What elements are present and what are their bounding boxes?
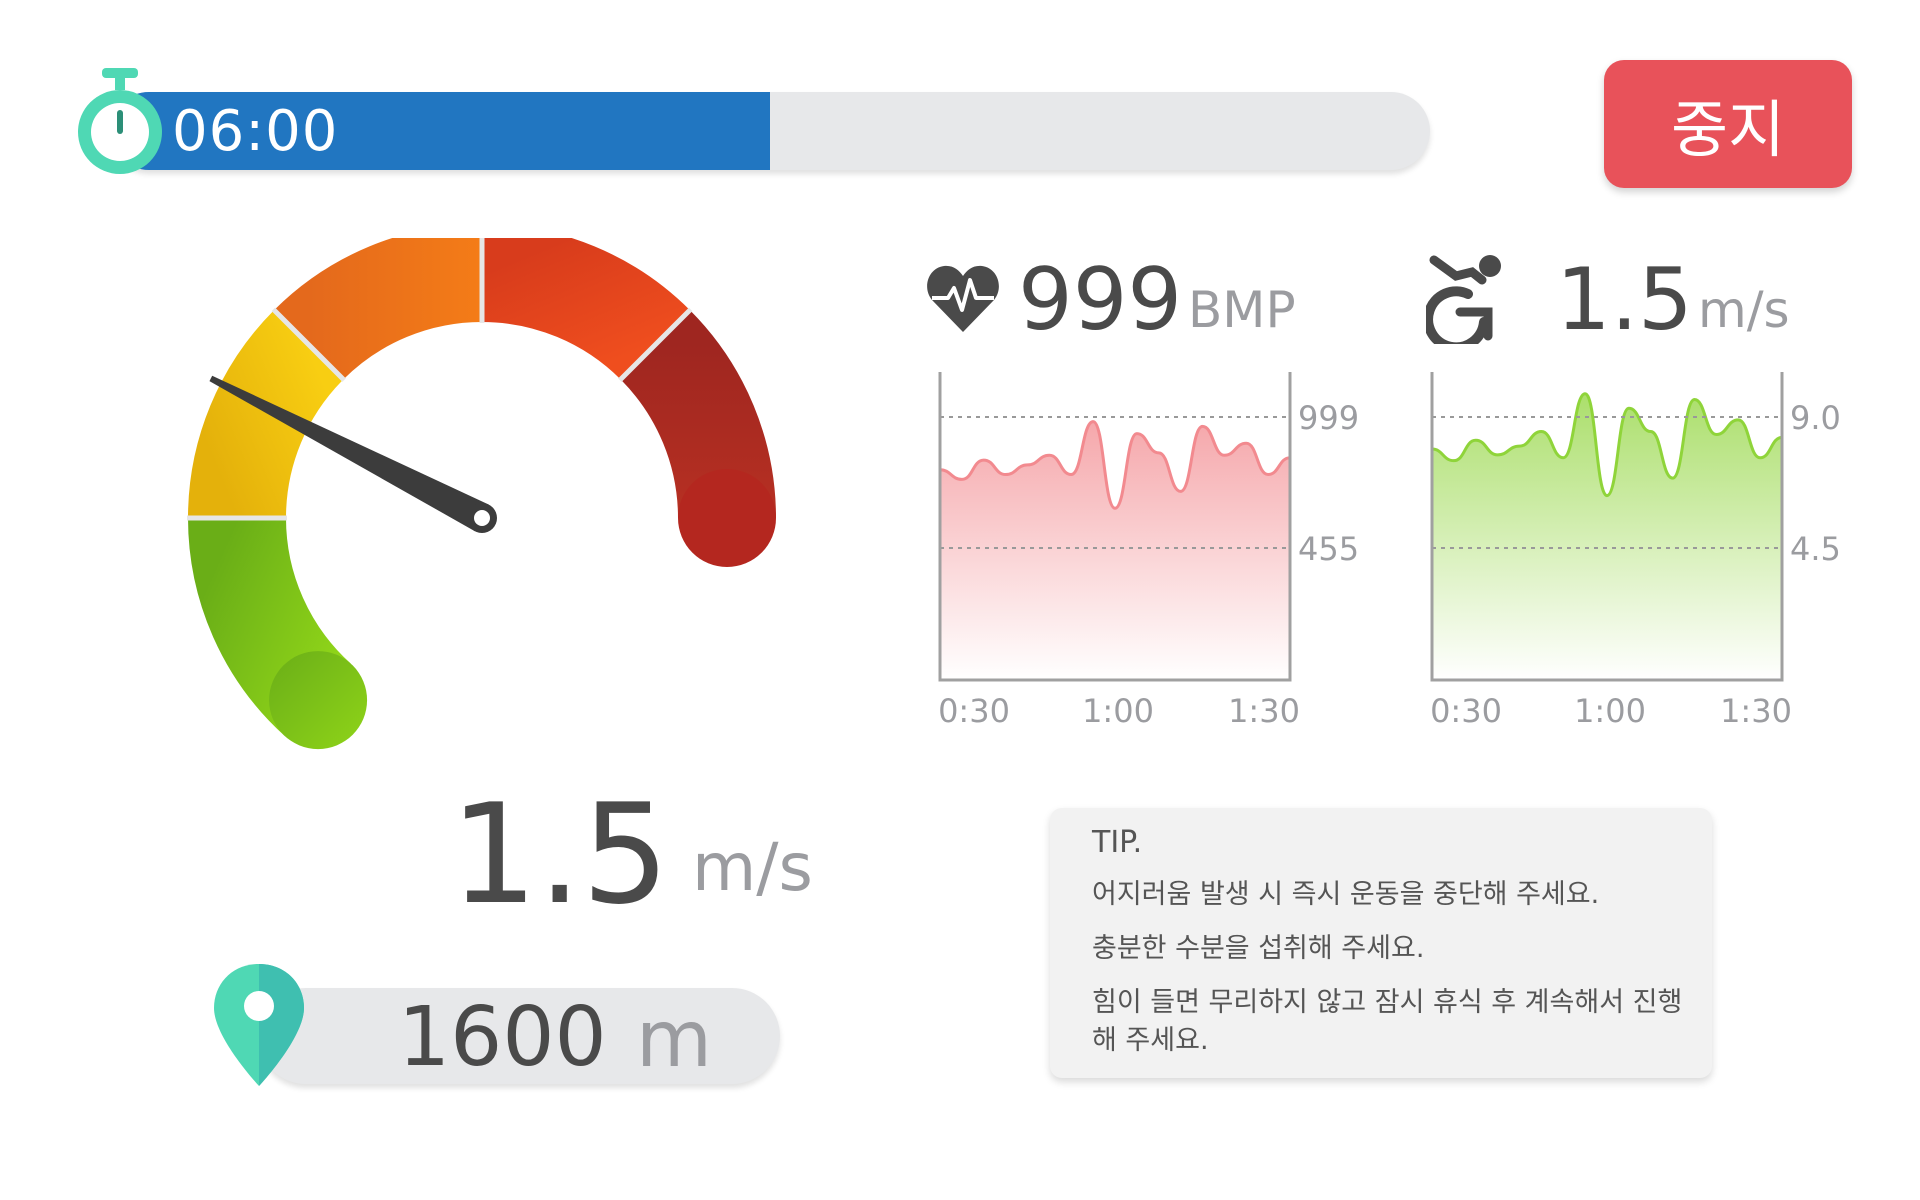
chart-area xyxy=(940,421,1290,680)
distance-unit: m xyxy=(636,995,712,1085)
speed-unit: m/s xyxy=(692,829,813,906)
chart-y-tick-label: 455 xyxy=(1298,530,1359,568)
heart-pulse-icon xyxy=(927,265,999,332)
wheelchair-icon xyxy=(1426,255,1501,344)
chart-y-tick-label: 999 xyxy=(1298,399,1359,437)
stopwatch-icon xyxy=(78,68,162,174)
chart-x-tick-label: 1:00 xyxy=(1574,692,1646,730)
speed-stat-value: 1.5 xyxy=(1556,250,1693,350)
tip-line: 어지러움 발생 시 즉시 운동을 중단해 주세요. xyxy=(1092,879,1600,910)
chart-x-tick-label: 0:30 xyxy=(1430,692,1502,730)
distance-value: 1600 xyxy=(398,990,607,1085)
chart-x-tick-label: 1:30 xyxy=(1720,692,1792,730)
speed-chart: 9.0 4.5 0:30 1:00 1:30 xyxy=(1430,372,1841,730)
gauge-segment-yellow xyxy=(188,310,345,520)
chart-x-tick-label: 1:00 xyxy=(1082,692,1154,730)
stop-button[interactable]: 중지 xyxy=(1604,60,1852,188)
gauge-segment-red xyxy=(480,238,690,381)
tip-line: 힘이 들면 무리하지 않고 잠시 휴식 후 계속해서 진행해 주세요. xyxy=(1092,987,1683,1056)
tip-line: 충분한 수분을 섭취해 주세요. xyxy=(1092,933,1425,964)
chart-x-tick-label: 1:30 xyxy=(1228,692,1300,730)
speed-stat-unit: m/s xyxy=(1698,281,1790,339)
gauge-segment-orange xyxy=(274,238,484,381)
chart-y-tick-label: 9.0 xyxy=(1790,399,1841,437)
heart-rate-chart: 999 455 0:30 1:00 1:30 xyxy=(938,372,1359,730)
timer-text: 06:00 xyxy=(172,99,339,164)
tip-title: TIP. xyxy=(1092,825,1143,860)
chart-area xyxy=(1432,393,1782,680)
gauge-end-cap xyxy=(269,651,368,750)
gauge-end-cap xyxy=(678,469,776,567)
location-pin-icon xyxy=(214,964,304,1086)
chart-y-tick-label: 4.5 xyxy=(1790,530,1841,568)
speed-value: 1.5 xyxy=(450,774,670,935)
chart-x-tick-label: 0:30 xyxy=(938,692,1010,730)
heart-rate-unit: BMP xyxy=(1188,281,1296,339)
heart-rate-value: 999 xyxy=(1018,250,1183,350)
gauge-needle-hub-center xyxy=(474,510,490,526)
